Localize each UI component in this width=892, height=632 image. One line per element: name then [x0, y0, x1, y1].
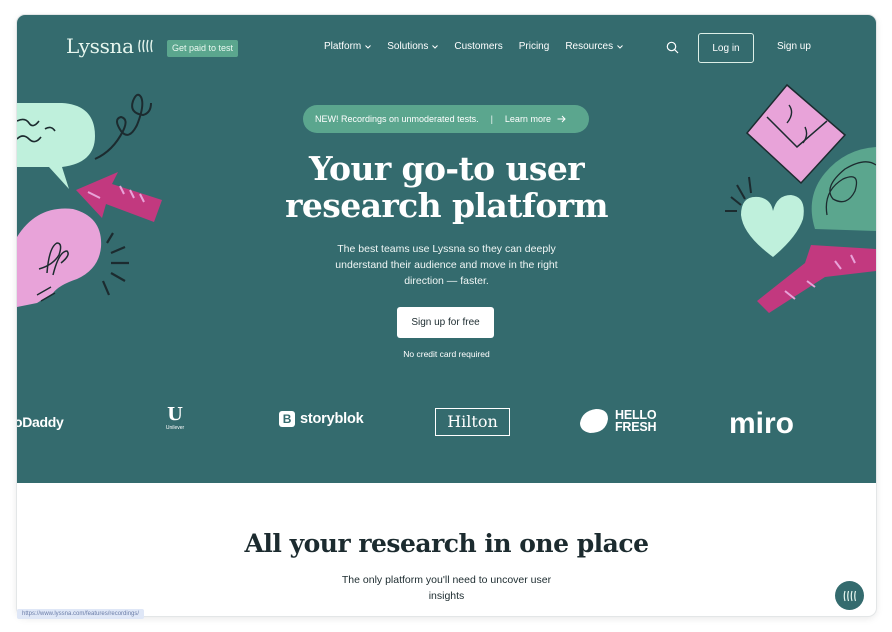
signup-link[interactable]: Sign up: [777, 41, 811, 52]
nav-resources[interactable]: Resources: [565, 41, 623, 52]
hilton-logo: Hilton: [435, 408, 510, 436]
lyssna-waves-icon: [138, 39, 153, 53]
section-subtitle: The only platform you'll need to uncover…: [341, 574, 552, 602]
nav-resources-label: Resources: [565, 41, 614, 52]
unilever-logo: U Unilever: [157, 405, 193, 437]
headline-line-2: research platform: [285, 186, 608, 225]
announcement-pill[interactable]: NEW! Recordings on unmoderated tests. | …: [303, 105, 589, 133]
get-paid-badge[interactable]: Get paid to test: [167, 40, 239, 57]
unilever-u-mark-icon: U: [167, 404, 183, 425]
nav-solutions[interactable]: Solutions: [387, 41, 439, 52]
miro-logo: miro: [729, 407, 795, 440]
announcement-divider: |: [490, 114, 493, 124]
chat-widget-button[interactable]: [835, 581, 864, 610]
magenta-arrow-illustration: [757, 245, 876, 313]
scribble-blob-illustration: [811, 147, 876, 231]
search-icon[interactable]: [666, 41, 679, 54]
arrow-right-icon: [557, 115, 566, 123]
unilever-wordmark: Unilever: [165, 425, 185, 431]
chevron-down-icon: [432, 44, 439, 49]
chevron-down-icon: [617, 44, 623, 49]
nav-pricing-label: Pricing: [518, 41, 550, 52]
godaddy-logo: oDaddy: [17, 414, 64, 430]
hellofresh-wordmark: HELLO FRESH: [615, 409, 657, 434]
section-title: All your research in one place: [244, 529, 649, 558]
chevron-down-icon: [365, 44, 372, 49]
lyssna-logo[interactable]: Lyssna: [66, 34, 157, 58]
no-credit-card-note: No credit card required: [403, 349, 490, 359]
hero-section: Lyssna Get paid to test Platform Solutio…: [17, 15, 876, 483]
login-button[interactable]: Log in: [698, 33, 754, 63]
nav-customers-label: Customers: [454, 41, 503, 52]
logo-wordmark: Lyssna: [66, 34, 134, 58]
headline-line-1: Your go-to user: [308, 149, 585, 188]
lime-icon: [580, 409, 608, 433]
browser-viewport: Lyssna Get paid to test Platform Solutio…: [17, 15, 876, 616]
hellofresh-logo: HELLO FRESH: [578, 407, 657, 435]
hellofresh-line-2: FRESH: [615, 420, 657, 434]
nav-solutions-label: Solutions: [387, 41, 429, 52]
learn-more-link[interactable]: Learn more: [505, 114, 566, 124]
storyblok-wordmark: storyblok: [300, 411, 364, 427]
nav-pricing[interactable]: Pricing: [519, 41, 550, 52]
nav-links: Platform Solutions Customers Pricing Res…: [324, 41, 639, 52]
learn-more-label: Learn more: [504, 114, 551, 124]
squiggle-doodle: [94, 93, 152, 160]
announcement-text: NEW! Recordings on unmoderated tests.: [315, 114, 479, 124]
lyssna-waves-icon: [843, 590, 856, 601]
storyblok-mark-icon: B: [279, 411, 295, 427]
hero-headline: Your go-to user research platform: [217, 150, 676, 224]
storyblok-logo: B storyblok: [279, 411, 364, 427]
nav-platform[interactable]: Platform: [324, 41, 372, 52]
status-bar-url: https://www.lyssna.com/features/recordin…: [17, 609, 145, 619]
nav-customers[interactable]: Customers: [454, 41, 502, 52]
customer-logo-row: oDaddy U Unilever B storyblok Hilton HEL…: [17, 399, 876, 445]
top-nav: Lyssna Get paid to test Platform Solutio…: [17, 15, 876, 81]
signup-free-button[interactable]: Sign up for free: [397, 307, 494, 338]
lightbulb-illustration: [17, 208, 129, 307]
hero-subtext: The best teams use Lyssna so they can de…: [335, 243, 558, 287]
nav-platform-label: Platform: [324, 41, 362, 52]
